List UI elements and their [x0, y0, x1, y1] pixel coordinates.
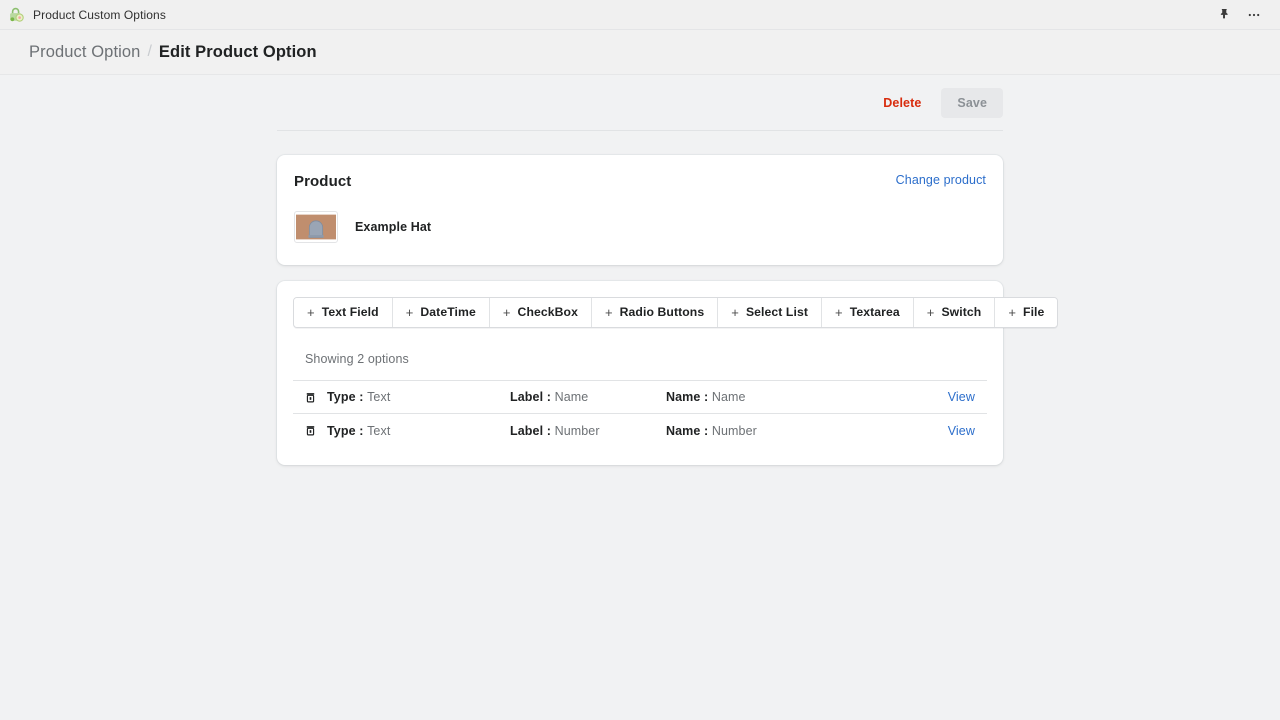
- options-card: + Text Field + DateTime + CheckBox + Rad…: [277, 281, 1059, 465]
- product-row: Example Hat: [294, 211, 986, 243]
- showing-count-label: Showing 2 options: [305, 352, 409, 366]
- save-button[interactable]: Save: [941, 87, 1003, 118]
- cell-type-value: Text: [367, 423, 391, 438]
- cell-label-value: Number: [554, 423, 600, 438]
- add-option-button-label: DateTime: [420, 305, 476, 320]
- drag-handle-icon[interactable]: [305, 425, 327, 436]
- cell-name: Name : Number: [666, 424, 948, 438]
- plus-icon: +: [1008, 305, 1017, 320]
- cell-name-value: Name: [711, 390, 746, 404]
- plus-icon: +: [835, 305, 843, 320]
- product-card: Product Change product Example Hat: [277, 155, 1003, 265]
- add-option-button-label: Text Field: [321, 305, 379, 320]
- breadcrumb-parent-link[interactable]: Product Option: [29, 43, 140, 62]
- action-divider: [277, 130, 1003, 131]
- add-option-button-label: Textarea: [849, 305, 900, 320]
- cell-label-value: Name: [554, 390, 589, 404]
- options-card-footer-spacer: [293, 447, 987, 465]
- plus-icon: +: [307, 305, 315, 320]
- cell-name-label: Name :: [666, 423, 712, 438]
- cell-label: Label : Name: [510, 390, 666, 404]
- cell-label: Label : Number: [510, 424, 666, 438]
- cell-name: Name : Name: [666, 390, 948, 404]
- breadcrumb: Product Option / Edit Product Option: [0, 30, 1280, 75]
- add-option-button-file[interactable]: + File: [995, 298, 1058, 327]
- pin-icon[interactable]: [1216, 7, 1232, 23]
- delete-button[interactable]: Delete: [869, 89, 935, 117]
- add-option-button-text-field[interactable]: + Text Field: [294, 298, 393, 327]
- add-option-button-radio-buttons[interactable]: + Radio Buttons: [591, 298, 719, 327]
- cell-name-label: Name :: [666, 390, 712, 404]
- page-title: Edit Product Option: [158, 42, 317, 61]
- app-bar-right: [1216, 7, 1270, 23]
- product-card-title: Product: [294, 173, 352, 190]
- cell-type-value: Text: [367, 390, 391, 404]
- action-row: Delete Save: [277, 75, 1003, 130]
- cell-type-label: Type :: [327, 390, 368, 404]
- plus-icon: +: [604, 305, 613, 320]
- cell-type-label: Type :: [327, 423, 368, 438]
- plus-icon: +: [405, 305, 414, 320]
- add-option-button-textarea[interactable]: + Textarea: [822, 298, 914, 327]
- more-horizontal-icon[interactable]: [1246, 7, 1262, 23]
- add-option-button-label: File: [1023, 305, 1045, 320]
- cards-column: Product Change product Example Hat + Tex…: [277, 155, 1059, 465]
- cell-label-label: Label :: [510, 390, 555, 404]
- add-option-button-select-list[interactable]: + Select List: [718, 298, 822, 327]
- drag-handle-icon[interactable]: [305, 392, 327, 403]
- add-option-button-checkbox[interactable]: + CheckBox: [489, 298, 592, 327]
- plus-icon: +: [502, 305, 511, 320]
- table-row: Type : Text Label : Number Name : Number…: [293, 414, 987, 447]
- product-name: Example Hat: [355, 220, 432, 234]
- product-card-header: Product Change product: [294, 173, 986, 190]
- app-bar-left: Product Custom Options: [8, 6, 166, 23]
- cell-type: Type : Text: [327, 424, 510, 438]
- content-column: Delete Save: [277, 75, 1003, 130]
- page-body: Delete Save Product Change product Examp…: [0, 75, 1280, 719]
- view-option-link[interactable]: View: [948, 390, 975, 404]
- add-option-button-datetime[interactable]: + DateTime: [392, 298, 490, 327]
- add-option-button-label: Select List: [745, 305, 808, 320]
- change-product-link[interactable]: Change product: [896, 173, 986, 187]
- add-option-button-switch[interactable]: + Switch: [913, 298, 996, 327]
- app-title: Product Custom Options: [33, 7, 166, 22]
- plus-icon: +: [731, 305, 739, 320]
- table-row: Type : Text Label : Name Name : Name Vie…: [293, 381, 987, 414]
- add-option-button-label: Radio Buttons: [619, 305, 705, 320]
- app-bar: Product Custom Options: [0, 0, 1280, 30]
- breadcrumb-separator: /: [147, 43, 152, 60]
- add-option-button-label: Switch: [941, 305, 982, 320]
- add-option-button-label: CheckBox: [517, 305, 578, 320]
- options-list: Type : Text Label : Name Name : Name Vie…: [293, 380, 987, 447]
- view-option-link[interactable]: View: [948, 424, 975, 438]
- cell-label-label: Label :: [510, 423, 555, 438]
- cell-type: Type : Text: [327, 390, 510, 404]
- plus-icon: +: [926, 305, 935, 320]
- cell-name-value: Number: [711, 423, 757, 438]
- hat-product-thumbnail: [294, 211, 338, 243]
- add-option-button-group: + Text Field + DateTime + CheckBox + Rad…: [293, 297, 1059, 328]
- lock-gear-icon: [8, 6, 25, 23]
